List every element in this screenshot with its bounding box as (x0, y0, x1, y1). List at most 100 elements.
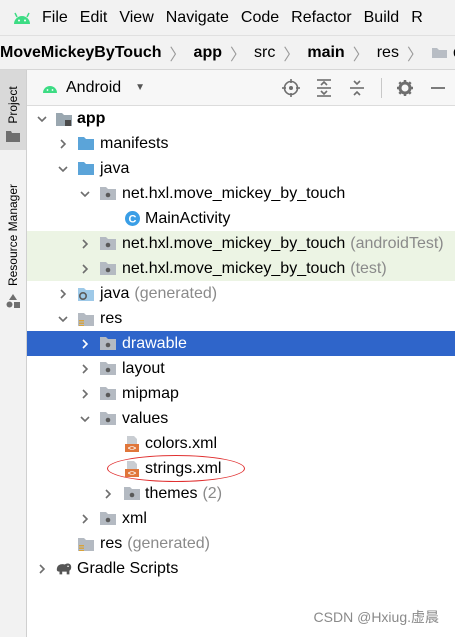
tree-item-name: drawable (122, 334, 187, 352)
tree-row-net-hxl-move-mickey-by-touch[interactable]: net.hxl.move_mickey_by_touch (27, 181, 455, 206)
tree-row-manifests[interactable]: manifests (27, 131, 455, 156)
breadcrumb-drawable[interactable]: drawa (431, 44, 455, 62)
menu-navigate[interactable]: Navigate (166, 9, 229, 27)
tree-row-mainactivity[interactable]: C MainActivity (27, 206, 455, 231)
tree-item-name: net.hxl.move_mickey_by_touch (122, 259, 346, 277)
chevron-right-icon[interactable] (57, 288, 69, 300)
tree-item-suffix: (androidTest) (350, 234, 444, 252)
tree-row-drawable[interactable]: drawable (27, 331, 455, 356)
tree-item-label: MainActivity (145, 210, 230, 228)
chevron-right-icon[interactable] (102, 488, 114, 500)
tree-item-label: net.hxl.move_mickey_by_touch (test) (122, 260, 387, 278)
chevron-right-icon[interactable] (36, 563, 48, 575)
gear-icon[interactable] (396, 79, 414, 97)
tree-item-name: xml (122, 509, 147, 527)
tree-item-name: java (100, 159, 130, 177)
tree-row-net-hxl-move-mickey-by-touch-test[interactable]: net.hxl.move_mickey_by_touch (test) (27, 256, 455, 281)
tree-row-net-hxl-move-mickey-by-touch-androidtest[interactable]: net.hxl.move_mickey_by_touch (androidTest… (27, 231, 455, 256)
chevron-right-icon[interactable] (79, 338, 91, 350)
breadcrumb-main[interactable]: main 〉 (307, 41, 376, 65)
expand-all-icon[interactable] (315, 79, 333, 97)
tree-item-name: MainActivity (145, 209, 231, 227)
breadcrumb-project[interactable]: MoveMickeyByTouch 〉 (0, 41, 194, 65)
resource-manager-tab-label[interactable]: Resource Manager (6, 184, 20, 286)
tree-item-label: app (77, 110, 105, 128)
tree-row-res[interactable]: res (27, 306, 455, 331)
annotation-circle (107, 455, 245, 482)
tree-row-gradle-scripts[interactable]: Gradle Scripts (27, 556, 455, 581)
view-mode-dropdown[interactable]: Android ▼ (41, 79, 145, 97)
collapse-all-icon[interactable] (348, 79, 366, 97)
package-icon (99, 385, 117, 403)
chevron-right-icon: 〉 (352, 46, 369, 64)
tree-item-name: app (77, 109, 106, 127)
minimize-icon[interactable] (429, 79, 447, 97)
tree-item-suffix: (generated) (127, 534, 210, 552)
tree-row-layout[interactable]: layout (27, 356, 455, 381)
chevron-right-icon[interactable] (57, 138, 69, 150)
tree-item-name: colors.xml (145, 434, 218, 452)
package-icon (99, 185, 117, 203)
chevron-down-icon[interactable] (57, 163, 69, 175)
tree-item-name: res (100, 534, 123, 552)
tree-item-name: java (100, 284, 130, 302)
module-folder-icon (55, 110, 73, 128)
android-view-icon (43, 85, 57, 93)
menu-view[interactable]: View (119, 9, 153, 27)
tree-item-suffix: (2) (202, 484, 223, 502)
menu-run[interactable]: R (411, 9, 423, 27)
package-icon (99, 360, 117, 378)
package-icon (123, 485, 141, 503)
menu-bar: File Edit View Navigate Code Refactor Bu… (0, 0, 455, 35)
tree-row-xml[interactable]: xml (27, 506, 455, 531)
chevron-right-icon[interactable] (79, 513, 91, 525)
folder-icon (6, 131, 20, 142)
class-icon: C (123, 210, 141, 228)
menu-build[interactable]: Build (364, 9, 400, 27)
breadcrumb-res[interactable]: res 〉 (377, 41, 431, 65)
android-logo-icon (14, 12, 30, 24)
tree-item-label: net.hxl.move_mickey_by_touch (122, 185, 345, 203)
breadcrumb-label: src (254, 43, 276, 61)
chevron-right-icon: 〉 (283, 46, 300, 64)
locate-icon[interactable] (282, 79, 300, 97)
tree-row-themes-2[interactable]: themes (2) (27, 481, 455, 506)
breadcrumb: MoveMickeyByTouch 〉 app 〉 src 〉 main 〉 res 〉 … (0, 35, 455, 70)
tree-row-app[interactable]: app (27, 106, 455, 131)
tree-row-colors-xml[interactable]: <> colors.xml (27, 431, 455, 456)
chevron-right-icon[interactable] (79, 388, 91, 400)
breadcrumb-label: MoveMickeyByTouch (0, 43, 162, 61)
chevron-right-icon[interactable] (79, 363, 91, 375)
chevron-down-icon[interactable] (36, 113, 48, 125)
chevron-down-icon[interactable] (79, 413, 91, 425)
svg-text:<>: <> (128, 445, 136, 452)
chevron-right-icon[interactable] (79, 263, 91, 275)
tree-row-java[interactable]: java (27, 156, 455, 181)
tree-row-mipmap[interactable]: mipmap (27, 381, 455, 406)
chevron-down-icon[interactable] (57, 313, 69, 325)
tree-row-values[interactable]: values (27, 406, 455, 431)
tree-item-name: layout (122, 359, 165, 377)
tree-row-java-generated[interactable]: java (generated) (27, 281, 455, 306)
res-folder-icon (77, 310, 95, 328)
tree-item-label: res (generated) (100, 535, 210, 553)
breadcrumb-src[interactable]: src 〉 (254, 41, 307, 65)
chevron-right-icon: 〉 (230, 46, 247, 64)
tree-item-name: themes (145, 484, 198, 502)
breadcrumb-label: app (193, 43, 222, 61)
view-mode-label: Android (66, 78, 122, 96)
left-tool-stripe: Project Resource Manager (0, 70, 27, 637)
tree-item-label: mipmap (122, 385, 179, 403)
chevron-down-icon: ▼ (135, 82, 146, 93)
chevron-down-icon[interactable] (79, 188, 91, 200)
tree-row-res-generated[interactable]: res (generated) (27, 531, 455, 556)
gradle-elephant-icon (55, 560, 73, 578)
menu-edit[interactable]: Edit (80, 9, 108, 27)
menu-refactor[interactable]: Refactor (291, 9, 351, 27)
menu-code[interactable]: Code (241, 9, 279, 27)
breadcrumb-app[interactable]: app 〉 (194, 41, 254, 65)
menu-file[interactable]: File (42, 9, 68, 27)
project-tab-label[interactable]: Project (6, 86, 20, 123)
package-icon (99, 335, 117, 353)
chevron-right-icon[interactable] (79, 238, 91, 250)
